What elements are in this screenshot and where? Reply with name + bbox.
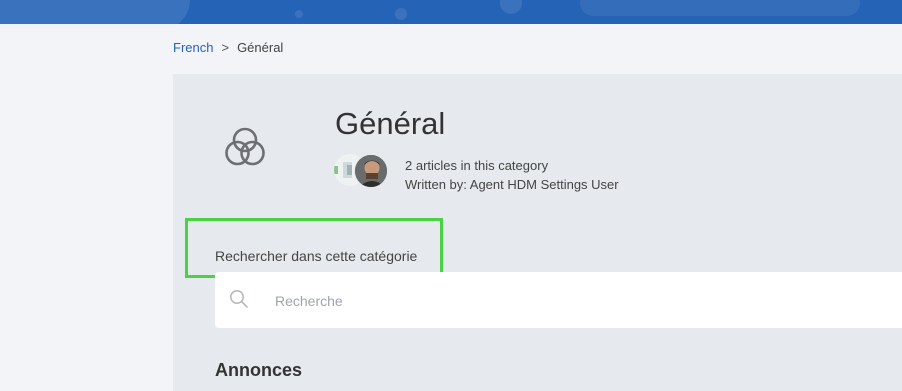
header-decoration	[295, 10, 303, 18]
avatar	[354, 154, 388, 188]
search-icon	[230, 290, 248, 308]
search-bar[interactable]	[215, 272, 902, 330]
header-decoration	[0, 0, 190, 24]
breadcrumb-current: Général	[237, 40, 284, 55]
articles-count: 2 articles in this category	[405, 158, 549, 173]
header-decoration	[500, 0, 522, 14]
category-panel: Général 2 articles in this category Writ…	[173, 74, 902, 391]
top-header-bar	[0, 0, 902, 24]
category-meta: 2 articles in this category Written by: …	[405, 156, 619, 194]
search-label: Rechercher dans cette catégorie	[215, 248, 418, 264]
section-heading-annonces: Annonces	[215, 360, 303, 380]
header-decoration	[580, 0, 860, 16]
page-title: Général	[335, 106, 446, 141]
header-decoration	[395, 8, 407, 20]
author-avatars	[334, 154, 388, 188]
written-by: Written by: Agent HDM Settings User	[405, 177, 619, 192]
search-input[interactable]	[273, 272, 877, 330]
breadcrumb-link-french[interactable]: French	[173, 40, 213, 55]
breadcrumb-separator: >	[221, 40, 230, 55]
overlapping-circles-icon	[225, 127, 265, 166]
breadcrumb: French > Général	[173, 40, 283, 55]
